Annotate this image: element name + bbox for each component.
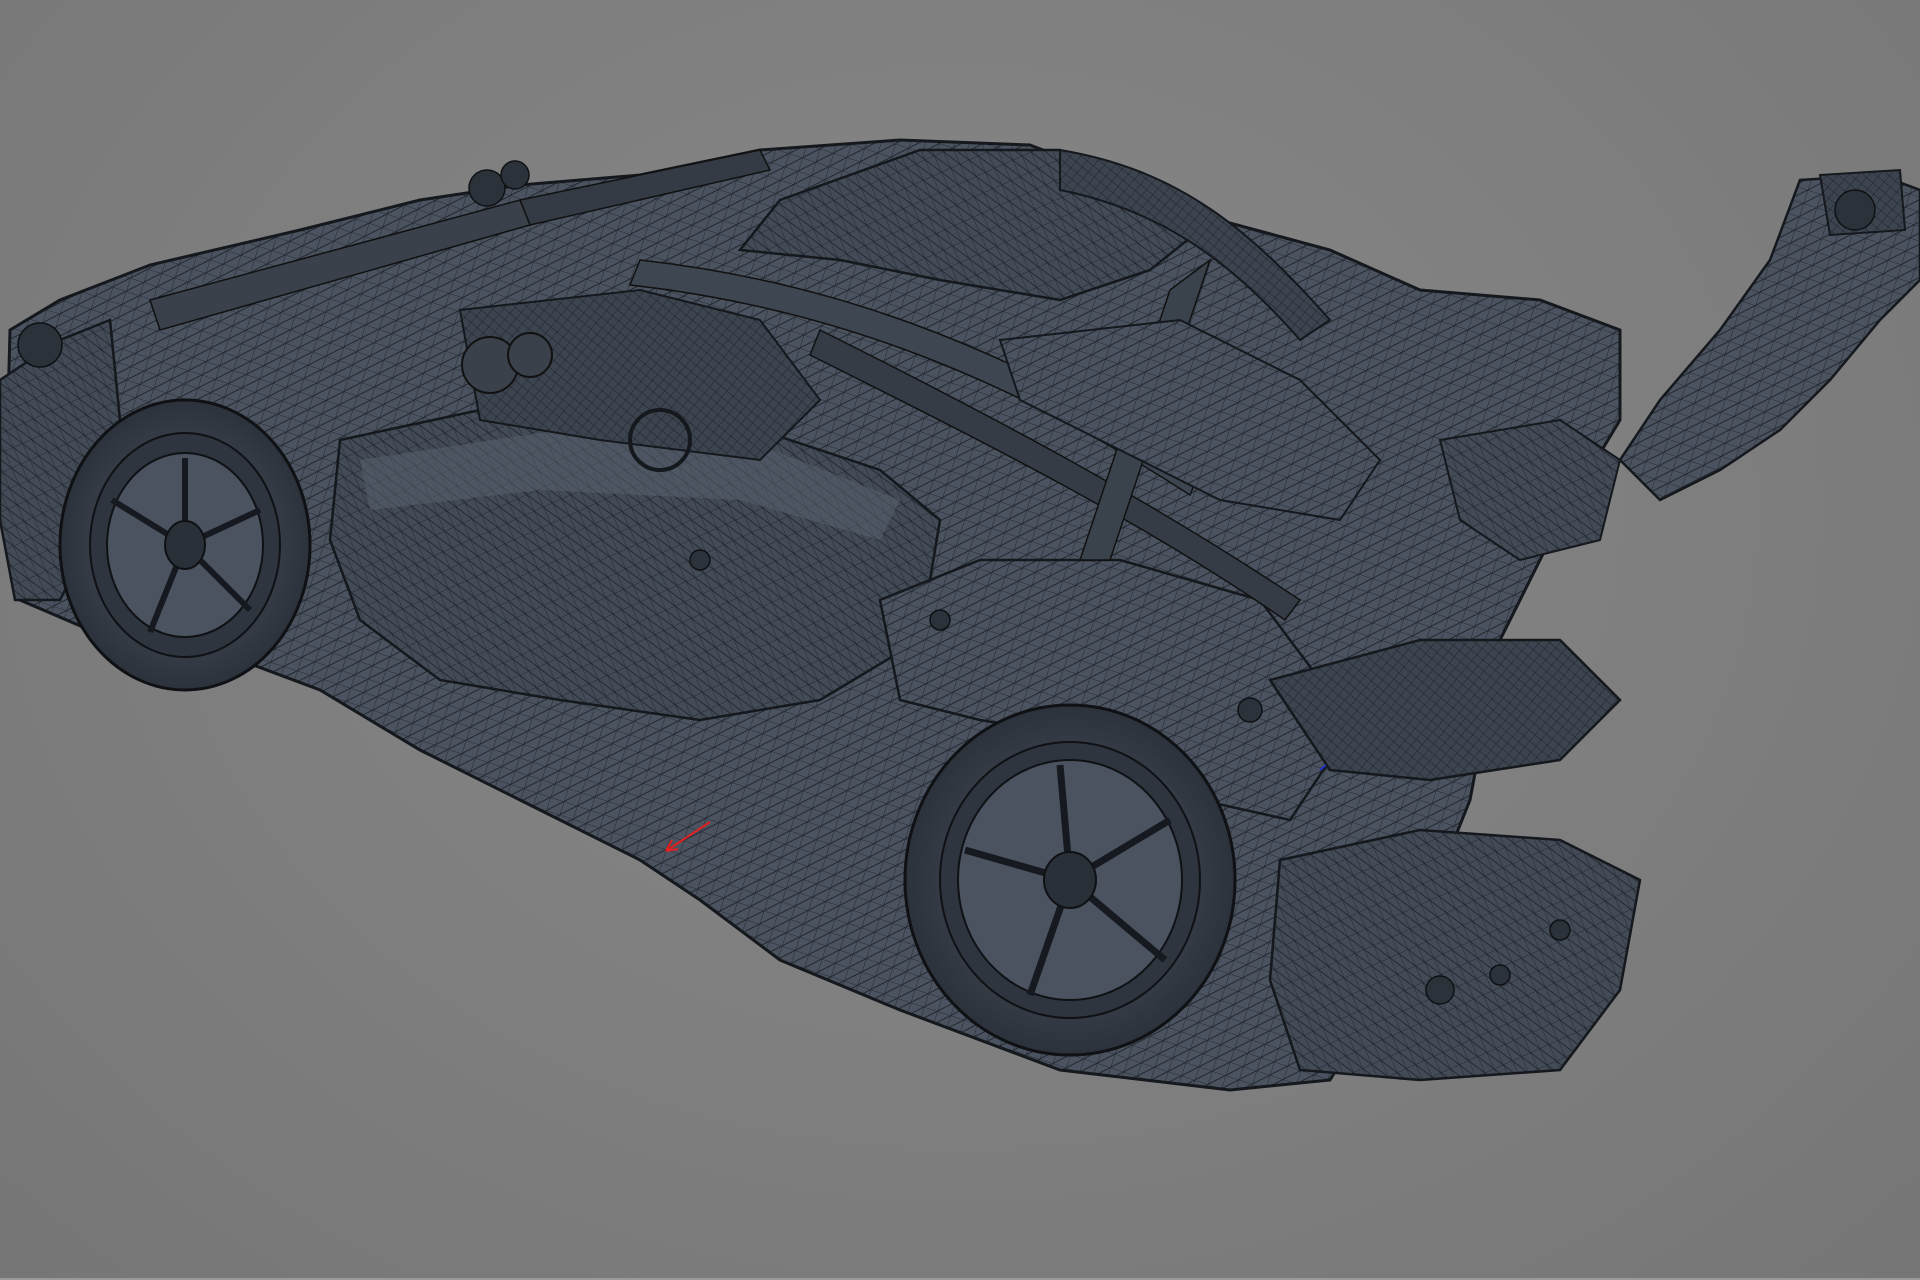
wireframe-car-model[interactable]: [0, 0, 1920, 1280]
front-wheel: [903, 703, 1237, 1057]
3d-viewport[interactable]: [0, 0, 1920, 1280]
rear-wheel: [58, 398, 312, 692]
